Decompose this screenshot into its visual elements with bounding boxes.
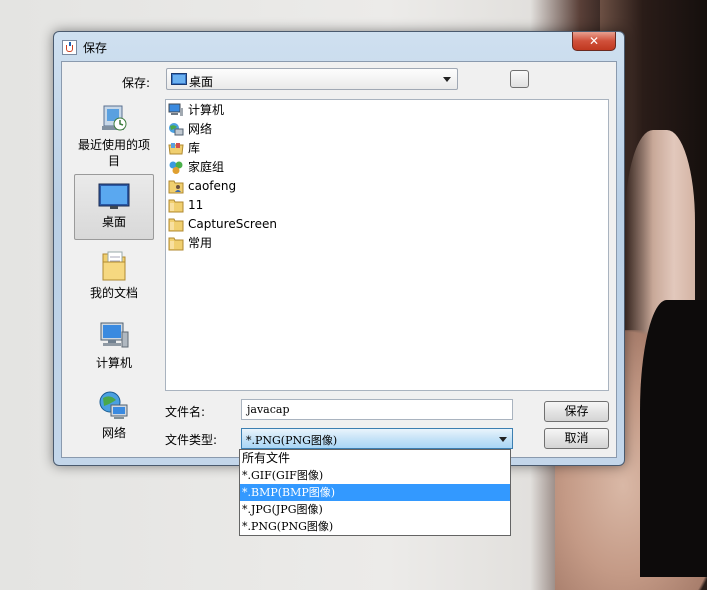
list-item[interactable]: caofeng: [168, 177, 236, 196]
computer-icon: [100, 322, 129, 348]
option-checkbox[interactable]: [510, 70, 529, 88]
filetype-option-png[interactable]: *.PNG(PNG图像): [240, 518, 510, 535]
save-button[interactable]: 保存: [544, 401, 609, 422]
list-item[interactable]: 计算机: [168, 101, 224, 120]
folder-icon: [168, 237, 184, 251]
desktop-icon: [98, 183, 130, 209]
list-item[interactable]: CaptureScreen: [168, 215, 277, 234]
list-item[interactable]: 11: [168, 196, 203, 215]
place-desktop[interactable]: 桌面: [74, 174, 154, 240]
title-bar[interactable]: 保存 ✕: [54, 32, 624, 62]
network-icon: [99, 391, 128, 419]
filename-label: 文件名:: [165, 405, 206, 419]
filetype-option-bmp[interactable]: *.BMP(BMP图像): [240, 484, 510, 501]
desktop-icon: [171, 73, 187, 85]
library-icon: [168, 143, 184, 155]
network-icon: [169, 123, 184, 136]
place-label: 计算机: [95, 356, 132, 370]
place-label: 最近使用的项目: [77, 138, 150, 168]
place-network[interactable]: 网络: [74, 390, 154, 450]
place-my-documents[interactable]: 我的文档: [74, 248, 154, 308]
place-label: 桌面: [101, 215, 126, 229]
close-button[interactable]: ✕: [572, 32, 616, 51]
place-label: 我的文档: [89, 286, 138, 300]
cancel-button[interactable]: 取消: [544, 428, 609, 449]
place-computer[interactable]: 计算机: [74, 320, 154, 380]
documents-folder-icon: [102, 251, 126, 281]
recent-items-icon: [102, 105, 127, 131]
folder-icon: [168, 199, 184, 213]
save-dialog: 保存 ✕ 保存: 桌面 最近使用的项目 桌面 我的文档 计算机 网络 计算机 网…: [53, 31, 625, 466]
save-in-value: 桌面: [189, 75, 214, 89]
file-list[interactable]: 计算机 网络 库 家庭组 caofeng 11 CaptureScreen 常用: [165, 99, 609, 391]
filetype-value: *.PNG(PNG图像): [246, 434, 338, 447]
list-item[interactable]: 库: [168, 139, 200, 158]
filetype-dropdown-list[interactable]: 所有文件 *.GIF(GIF图像) *.BMP(BMP图像) *.JPG(JPG…: [239, 449, 511, 536]
java-icon: [62, 40, 77, 55]
homegroup-icon: [169, 161, 183, 174]
chevron-down-icon[interactable]: [499, 437, 507, 442]
filename-input[interactable]: javacap: [241, 399, 513, 420]
place-recent-items[interactable]: 最近使用的项目: [74, 104, 154, 168]
background-photo-dress: [640, 300, 707, 577]
list-item[interactable]: 家庭组: [168, 158, 224, 177]
folder-icon: [168, 218, 184, 232]
dialog-title: 保存: [83, 41, 108, 55]
computer-icon: [168, 103, 183, 116]
filetype-label: 文件类型:: [165, 433, 218, 447]
filetype-option-all[interactable]: 所有文件: [240, 450, 510, 467]
save-in-label: 保存:: [122, 76, 151, 90]
list-item[interactable]: 常用: [168, 234, 212, 253]
save-in-combo[interactable]: 桌面: [166, 68, 458, 90]
place-label: 网络: [101, 426, 126, 440]
filetype-option-gif[interactable]: *.GIF(GIF图像): [240, 467, 510, 484]
filetype-option-jpg[interactable]: *.JPG(JPG图像): [240, 501, 510, 518]
filetype-select[interactable]: *.PNG(PNG图像): [241, 428, 513, 449]
list-item[interactable]: 网络: [168, 120, 212, 139]
dialog-body: 保存: 桌面 最近使用的项目 桌面 我的文档 计算机 网络 计算机 网络 库 家…: [61, 61, 617, 458]
user-folder-icon: [168, 180, 184, 194]
places-bar: 最近使用的项目 桌面 我的文档 计算机 网络: [70, 98, 162, 454]
chevron-down-icon[interactable]: [443, 77, 451, 82]
